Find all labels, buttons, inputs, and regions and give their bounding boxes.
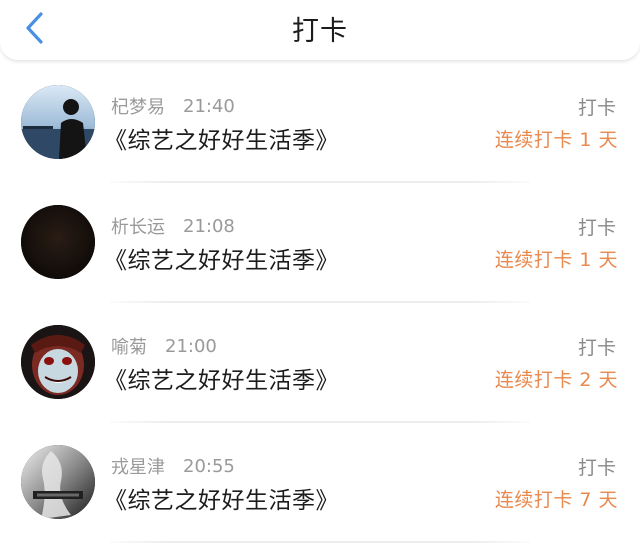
avatar[interactable]: [21, 445, 95, 519]
checkin-row[interactable]: 喻菊 21:00 《综艺之好好生活季》 打卡 连续打卡 2 天: [0, 303, 640, 423]
checkin-list: 杞梦易 21:40 《综艺之好好生活季》 打卡 连续打卡 1 天 析长运 21:…: [0, 63, 640, 543]
book-title[interactable]: 《综艺之好好生活季》: [104, 361, 339, 395]
user-name[interactable]: 析长运: [111, 213, 165, 239]
streak-label: 连续打卡 7 天: [494, 489, 618, 511]
checkin-time: 21:08: [183, 215, 235, 237]
checkin-meta: 析长运 21:08: [111, 213, 235, 239]
user-name[interactable]: 喻菊: [111, 333, 147, 359]
checkin-action-label: 打卡: [577, 97, 616, 119]
checkin-meta: 戎星津 20:55: [111, 453, 235, 479]
avatar[interactable]: [21, 325, 95, 399]
avatar-image: [21, 205, 95, 279]
avatar-image: [21, 85, 95, 159]
checkin-meta: 喻菊 21:00: [111, 333, 217, 359]
checkin-time: 20:55: [183, 455, 235, 477]
book-title[interactable]: 《综艺之好好生活季》: [104, 121, 339, 155]
book-title[interactable]: 《综艺之好好生活季》: [104, 481, 339, 515]
avatar-image: [21, 445, 95, 519]
checkin-row[interactable]: 杞梦易 21:40 《综艺之好好生活季》 打卡 连续打卡 1 天: [0, 63, 640, 183]
streak-label: 连续打卡 1 天: [494, 129, 618, 151]
nav-bar: 打卡: [0, 0, 640, 60]
streak-label: 连续打卡 2 天: [494, 369, 618, 391]
book-title[interactable]: 《综艺之好好生活季》: [104, 241, 339, 275]
checkin-action-label: 打卡: [577, 457, 616, 479]
user-name[interactable]: 戎星津: [111, 453, 165, 479]
checkin-meta: 杞梦易 21:40: [111, 93, 235, 119]
checkin-row[interactable]: 析长运 21:08 《综艺之好好生活季》 打卡 连续打卡 1 天: [0, 183, 640, 303]
page-title: 打卡: [292, 15, 348, 47]
avatar-image: [21, 325, 95, 399]
checkin-time: 21:00: [165, 335, 217, 357]
avatar[interactable]: [21, 85, 95, 159]
avatar[interactable]: [21, 205, 95, 279]
user-name[interactable]: 杞梦易: [111, 93, 165, 119]
checkin-action-label: 打卡: [577, 337, 616, 359]
checkin-action-label: 打卡: [577, 217, 616, 239]
checkin-row[interactable]: 戎星津 20:55 《综艺之好好生活季》 打卡 连续打卡 7 天: [0, 423, 640, 543]
checkin-page: 打卡 杞梦易 21:40 《综艺之好好生活季》 打卡 连续打卡 1 天 析长运 …: [0, 0, 640, 544]
checkin-time: 21:40: [183, 95, 235, 117]
streak-label: 连续打卡 1 天: [494, 249, 618, 271]
